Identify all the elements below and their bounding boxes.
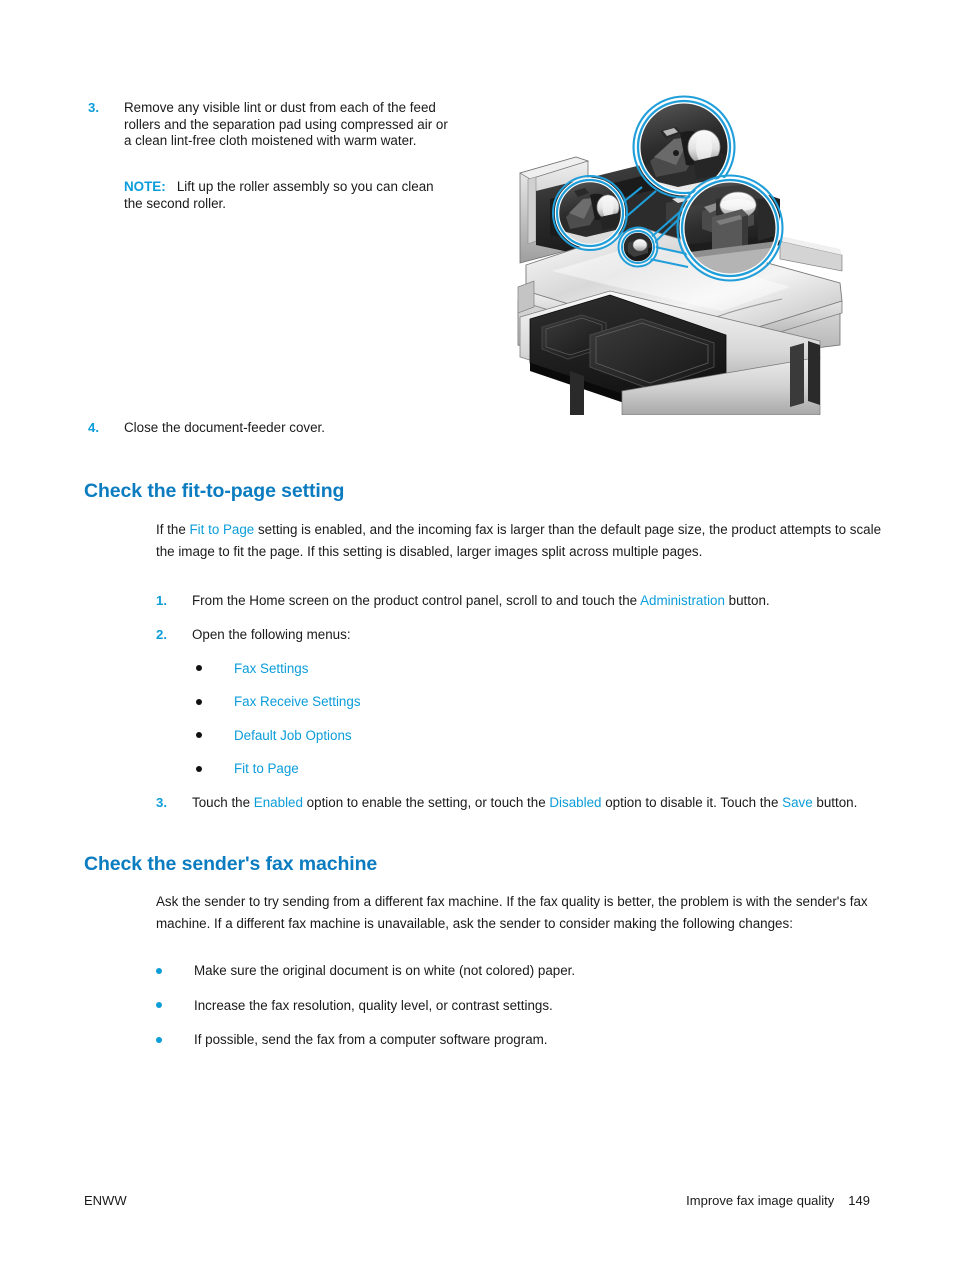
step-3-part-3: option to disable it. Touch the (601, 795, 783, 811)
list-item: Increase the fax resolution, quality lev… (156, 998, 882, 1015)
step-3-fit-number: 3. (156, 795, 167, 811)
list-item: Fax Receive Settings (196, 694, 882, 711)
step-1-part-1: From the Home screen on the product cont… (192, 593, 641, 608)
footer-page-number: 149 (848, 1193, 870, 1208)
step-4-text: Close the document-feeder cover. (124, 420, 325, 435)
sender-fax-intro-paragraph: Ask the sender to try sending from a dif… (156, 894, 868, 931)
menu-path-list: Fax Settings Fax Receive Settings Defaul… (196, 661, 882, 778)
document-feeder-rollers-illustration (490, 95, 900, 415)
link-fit-to-page[interactable]: Fit to Page (190, 522, 255, 537)
fit-to-page-steps: 1. From the Home screen on the product c… (156, 593, 882, 812)
list-item: Make sure the original document is on wh… (156, 963, 882, 980)
callout-circle-small (617, 226, 659, 268)
bullet-icon (196, 661, 234, 678)
step-3-part-4: button. (812, 795, 858, 811)
heading-check-fit-to-page: Check the fit-to-page setting (84, 480, 345, 502)
list-item: If possible, send the fax from a compute… (156, 1032, 882, 1049)
bullet-icon (156, 1032, 194, 1049)
step-4-number: 4. (88, 420, 99, 435)
menu-item-fax-settings[interactable]: Fax Settings (234, 661, 882, 678)
step-3-part-2: option to enable the setting, or touch t… (302, 795, 550, 811)
step-3-part-1: Touch the (192, 795, 254, 811)
footer-locale-code: ENWW (84, 1193, 127, 1208)
step-1-number: 1. (156, 593, 167, 608)
sender-bullet-3: If possible, send the fax from a compute… (194, 1032, 548, 1048)
bullet-icon (156, 963, 194, 980)
heading-check-senders-fax-machine: Check the sender's fax machine (84, 853, 378, 875)
note-callout: NOTE: Lift up the roller assembly so you… (124, 179, 454, 212)
step-2-number: 2. (156, 627, 167, 643)
step-3: 3. Remove any visible lint or dust from … (88, 100, 458, 150)
list-item: Fax Settings (196, 661, 882, 678)
sender-bullet-1: Make sure the original document is on wh… (194, 963, 576, 978)
document-page: 3. Remove any visible lint or dust from … (0, 0, 954, 1270)
footer-chapter-title: Improve fax image quality (686, 1193, 835, 1208)
menu-item-fit-to-page[interactable]: Fit to Page (234, 761, 882, 778)
bullet-icon (156, 998, 194, 1015)
menu-item-fax-receive-settings[interactable]: Fax Receive Settings (234, 694, 882, 711)
list-item: Default Job Options (196, 728, 882, 745)
link-administration[interactable]: Administration (640, 593, 725, 608)
bullet-icon (196, 694, 234, 711)
bullet-icon (196, 728, 234, 745)
page-footer: ENWW Improve fax image quality 149 (84, 1193, 870, 1208)
step-2-text: Open the following menus: (192, 627, 351, 643)
sender-bullet-2: Increase the fax resolution, quality lev… (194, 997, 553, 1013)
step-3-fit-text: Touch the Enabled option to enable the s… (192, 795, 882, 812)
step-2: 2. Open the following menus: (156, 627, 882, 644)
bullet-icon (196, 761, 234, 778)
list-item: Fit to Page (196, 761, 882, 778)
step-4: 4. Close the document-feeder cover. (88, 420, 588, 437)
step-1-part-2: button. (724, 593, 770, 608)
intro-part-1: If the (156, 522, 190, 537)
intro-part-2: setting is enabled, and the incoming fax… (156, 522, 882, 559)
callout-circle-left (552, 175, 628, 251)
menu-item-default-job-options[interactable]: Default Job Options (234, 728, 882, 745)
link-disabled[interactable]: Disabled (549, 795, 601, 810)
callout-circle-right (676, 174, 784, 282)
step-3-text: Remove any visible lint or dust from eac… (124, 100, 448, 149)
note-label: NOTE: (124, 179, 166, 194)
step-3-fit: 3. Touch the Enabled option to enable th… (156, 795, 882, 812)
step-1: 1. From the Home screen on the product c… (156, 593, 882, 610)
link-enabled[interactable]: Enabled (254, 795, 303, 810)
step-1-text: From the Home screen on the product cont… (192, 593, 882, 610)
footer-right-group: Improve fax image quality 149 (686, 1193, 870, 1208)
step-3-number: 3. (88, 100, 99, 115)
sender-fax-bullet-list: Make sure the original document is on wh… (156, 963, 882, 1049)
link-save[interactable]: Save (782, 795, 813, 810)
fit-to-page-intro-paragraph: If the Fit to Page setting is enabled, a… (156, 519, 882, 562)
